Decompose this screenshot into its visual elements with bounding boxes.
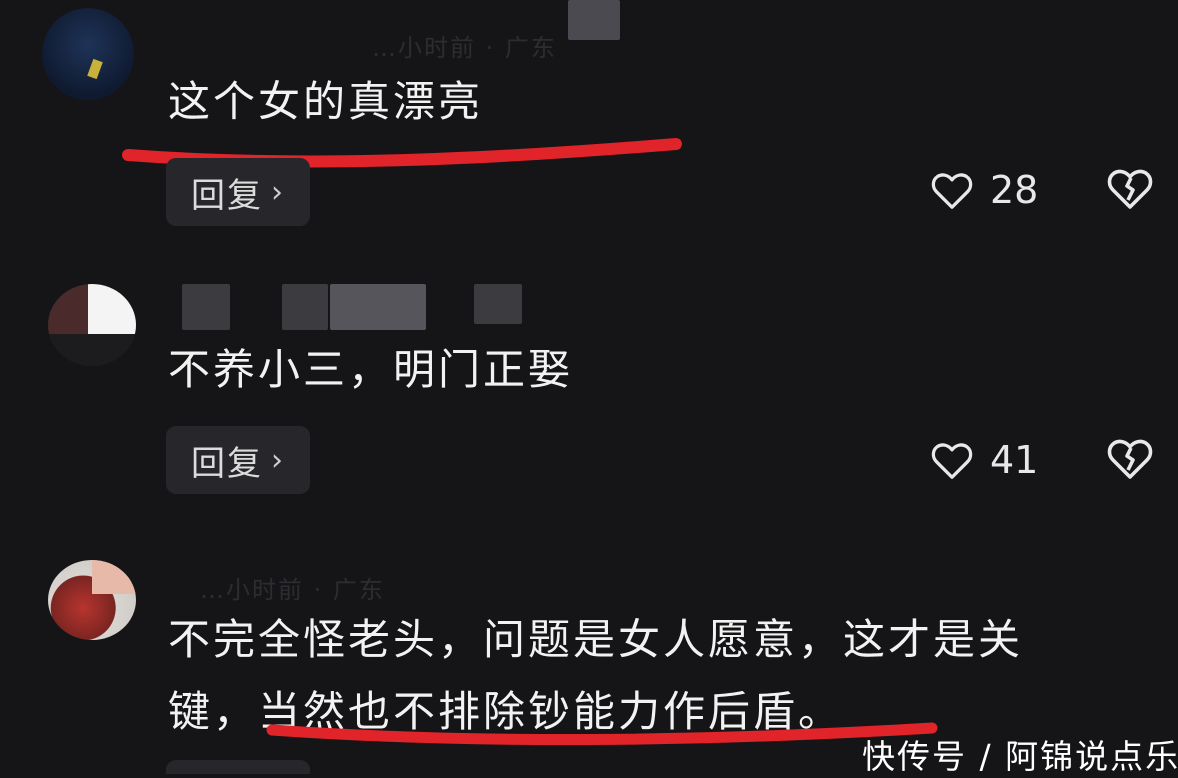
comment-text-line-2: 键，当然也不排除钞能力作后盾。: [168, 687, 844, 736]
like-count: 28: [990, 168, 1039, 212]
comment-text-line-1: 不完全怪老头，问题是女人愿意，这才是关: [168, 615, 1024, 664]
username-blurred[interactable]: [568, 0, 620, 40]
broken-heart-icon: [1107, 169, 1153, 209]
like-button[interactable]: 28: [930, 166, 1050, 214]
username-blurred[interactable]: [282, 284, 328, 330]
like-count: 41: [990, 438, 1039, 482]
reply-label: 回复: [191, 443, 263, 484]
avatar[interactable]: [48, 560, 136, 640]
chevron-right-icon: ›: [271, 442, 285, 478]
reply-button[interactable]: 回复 ›: [166, 426, 310, 494]
watermark: 快传号 / 阿锦说点乐: [862, 737, 1178, 776]
avatar[interactable]: [48, 284, 136, 366]
username-blurred[interactable]: [182, 284, 230, 330]
broken-heart-icon: [1107, 439, 1153, 479]
comment-text: 这个女的真漂亮: [168, 77, 484, 126]
heart-outline-icon: [931, 443, 973, 479]
reply-label: 回复: [191, 175, 263, 216]
avatar[interactable]: [42, 8, 134, 100]
username-blurred[interactable]: [330, 284, 426, 330]
chevron-right-icon: ›: [271, 174, 285, 210]
dislike-button[interactable]: [1106, 166, 1154, 210]
like-button[interactable]: 41: [930, 436, 1050, 484]
comment-text: 不养小三，明门正娶: [168, 345, 574, 394]
heart-outline-icon: [931, 173, 973, 209]
reply-button[interactable]: 回复 ›: [166, 158, 310, 226]
username-blurred[interactable]: [474, 284, 522, 324]
reply-button[interactable]: [166, 760, 310, 774]
dislike-button[interactable]: [1106, 436, 1154, 480]
comment-meta: …小时前 · 广东: [372, 34, 557, 62]
comment-meta: …小时前 · 广东: [200, 576, 385, 604]
